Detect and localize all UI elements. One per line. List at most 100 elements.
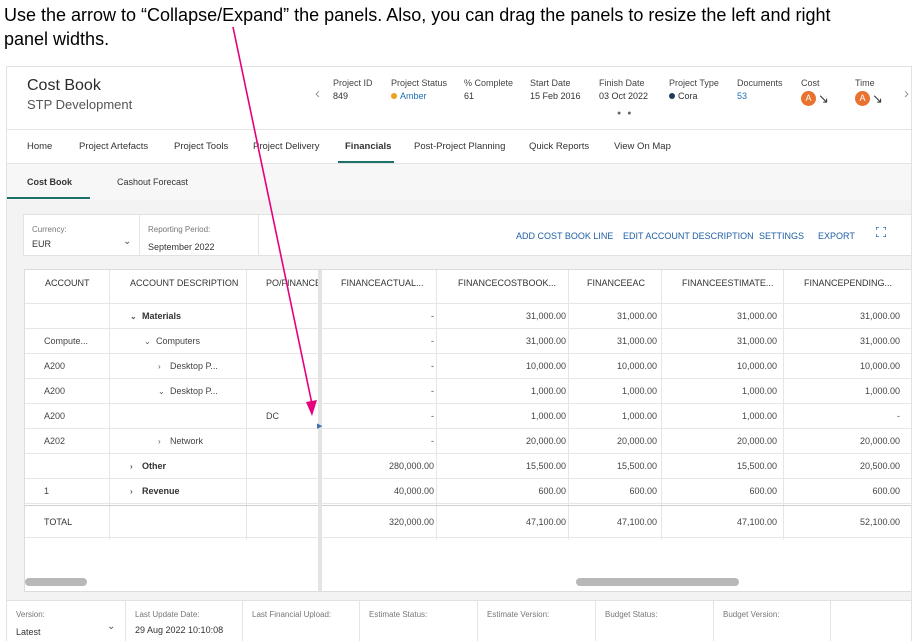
settings-button[interactable]: SETTINGS (759, 231, 804, 241)
row-divider (25, 378, 911, 379)
currency-label: Currency: (32, 225, 67, 234)
nav-project-artefacts[interactable]: Project Artefacts (79, 141, 148, 152)
column-divider (246, 270, 247, 540)
table-total-value: 47,100.00 (736, 517, 777, 527)
table-cell-value: 600.00 (538, 486, 566, 496)
table-cell-value: - (431, 336, 434, 346)
table-cell-value: 15,500.00 (525, 461, 566, 471)
table-cell-description[interactable]: › Network (158, 436, 203, 446)
chevron-down-icon: ⌄ (123, 236, 132, 247)
table-total-value: 47,100.00 (616, 517, 657, 527)
currency-select[interactable]: Currency: EUR ⌄ (24, 215, 140, 255)
right-panel-scrollbar[interactable] (576, 578, 739, 586)
estimate-version-field: Estimate Version: (478, 601, 596, 641)
pager-dots[interactable]: ●● (617, 110, 637, 117)
table-cell-account: A200 (44, 386, 66, 396)
table-cell-description[interactable]: ⌄ Materials (130, 311, 181, 321)
fullscreen-icon[interactable] (876, 227, 886, 237)
table-cell-description[interactable]: › Other (130, 461, 166, 471)
table-cell-po: DC (266, 411, 279, 421)
meta-value: 15 Feb 2016 (530, 91, 581, 101)
meta-value: 849 (333, 91, 349, 101)
active-nav-indicator (338, 161, 394, 163)
table-cell-description[interactable]: › Desktop P... (158, 361, 218, 371)
meta-value: Amber (400, 91, 427, 101)
active-tab-indicator (7, 197, 90, 199)
meta-value: Cora (678, 91, 698, 101)
table-cell-description[interactable]: ⌄ Desktop P... (158, 386, 218, 396)
documents-link[interactable]: 53 (737, 90, 783, 103)
table-cell-description[interactable]: ⌄ Computers (144, 336, 200, 346)
expand-caret-icon[interactable]: ⌄ (158, 387, 170, 396)
row-divider (25, 353, 911, 354)
column-header-finance-eac[interactable]: FINANCEEAC (587, 278, 645, 288)
table-total-value: 320,000.00 (388, 517, 434, 527)
export-button[interactable]: EXPORT (818, 231, 855, 241)
last-update-value: 29 Aug 2022 10:10:08 (135, 625, 224, 635)
table-cell-value: 31,000.00 (616, 336, 657, 346)
meta-finish-date: Finish Date 03 Oct 2022 (599, 77, 648, 103)
nav-project-tools[interactable]: Project Tools (174, 141, 228, 152)
nav-home[interactable]: Home (27, 141, 52, 152)
table-cell-value: 1,000.00 (621, 386, 657, 396)
table-cell-value: 1,000.00 (864, 386, 900, 396)
page-title: Cost Book (27, 77, 101, 94)
column-header-finance-costbook[interactable]: FINANCECOSTBOOK... (458, 278, 556, 288)
column-header-account[interactable]: ACCOUNT (45, 278, 90, 288)
column-header-finance-pending[interactable]: FINANCEPENDING... (804, 278, 892, 288)
panel-resize-handle[interactable] (318, 270, 322, 591)
nav-view-on-map[interactable]: View On Map (614, 141, 671, 152)
expand-caret-icon[interactable]: ⌄ (130, 312, 142, 321)
budget-status-label: Budget Status: (605, 610, 658, 619)
trend-down-icon: ↘ (872, 91, 883, 106)
column-header-finance-actual[interactable]: FINANCEACTUAL... (341, 278, 424, 288)
table-cell-account: A200 (44, 411, 66, 421)
meta-value: 61 (464, 91, 475, 101)
meta-complete: % Complete 61 (464, 77, 513, 103)
table-cell-value: 31,000.00 (859, 311, 900, 321)
meta-label: Start Date (530, 78, 571, 88)
chevron-right-icon[interactable]: › (904, 85, 909, 102)
expand-caret-icon[interactable]: › (130, 462, 142, 471)
column-header-account-description[interactable]: ACCOUNT DESCRIPTION (130, 278, 238, 288)
table-cell-account: 1 (44, 486, 50, 496)
table-cell-value: - (431, 361, 434, 371)
chevron-left-icon[interactable]: ‹ (315, 85, 320, 102)
meta-documents[interactable]: Documents 53 (737, 77, 783, 103)
version-footer: Version: Latest ⌄ Last Update Date: 29 A… (7, 600, 911, 641)
nav-project-delivery[interactable]: Project Delivery (253, 141, 320, 152)
expand-caret-icon[interactable]: ⌄ (144, 337, 156, 346)
expand-caret-icon[interactable]: › (130, 487, 142, 496)
description-text: Desktop P... (170, 386, 218, 396)
table-cell-value: 31,000.00 (525, 311, 566, 321)
column-header-po-finance[interactable]: PO/FINANCE (266, 278, 318, 288)
expand-caret-icon[interactable]: › (158, 362, 170, 371)
add-cost-book-line-button[interactable]: ADD COST BOOK LINE (516, 231, 613, 241)
time-rag-badge: A (855, 91, 870, 106)
tab-cost-book[interactable]: Cost Book (27, 177, 72, 187)
table-cell-description[interactable]: › Revenue (130, 486, 180, 496)
table-total-value: 47,100.00 (525, 517, 566, 527)
nav-quick-reports[interactable]: Quick Reports (529, 141, 589, 152)
table-cell-value: 600.00 (749, 486, 777, 496)
row-divider (25, 403, 911, 404)
sub-tabs: Cost Book Cashout Forecast (7, 164, 911, 200)
nav-post-project-planning[interactable]: Post-Project Planning (414, 141, 505, 152)
version-value: Latest (16, 627, 41, 637)
row-divider (25, 453, 911, 454)
currency-value: EUR (32, 239, 52, 249)
table-cell-account: A200 (44, 361, 66, 371)
version-select[interactable]: Version: Latest ⌄ (7, 601, 126, 641)
nav-financials[interactable]: Financials (345, 141, 391, 152)
table-cell-value: 600.00 (872, 486, 900, 496)
expand-caret-icon[interactable]: › (158, 437, 170, 446)
reporting-period-select[interactable]: Reporting Period: September 2022 (140, 215, 259, 255)
meta-time: Time A ↘ (855, 77, 883, 106)
left-panel-scrollbar[interactable] (25, 578, 87, 586)
estimate-version-label: Estimate Version: (487, 610, 550, 619)
tab-cashout-forecast[interactable]: Cashout Forecast (117, 177, 188, 187)
column-header-finance-estimate[interactable]: FINANCEESTIMATE... (682, 278, 773, 288)
collapse-expand-arrow-icon[interactable]: ▶ (317, 422, 322, 430)
edit-account-description-button[interactable]: EDIT ACCOUNT DESCRIPTION (623, 231, 754, 241)
version-label: Version: (16, 610, 45, 619)
